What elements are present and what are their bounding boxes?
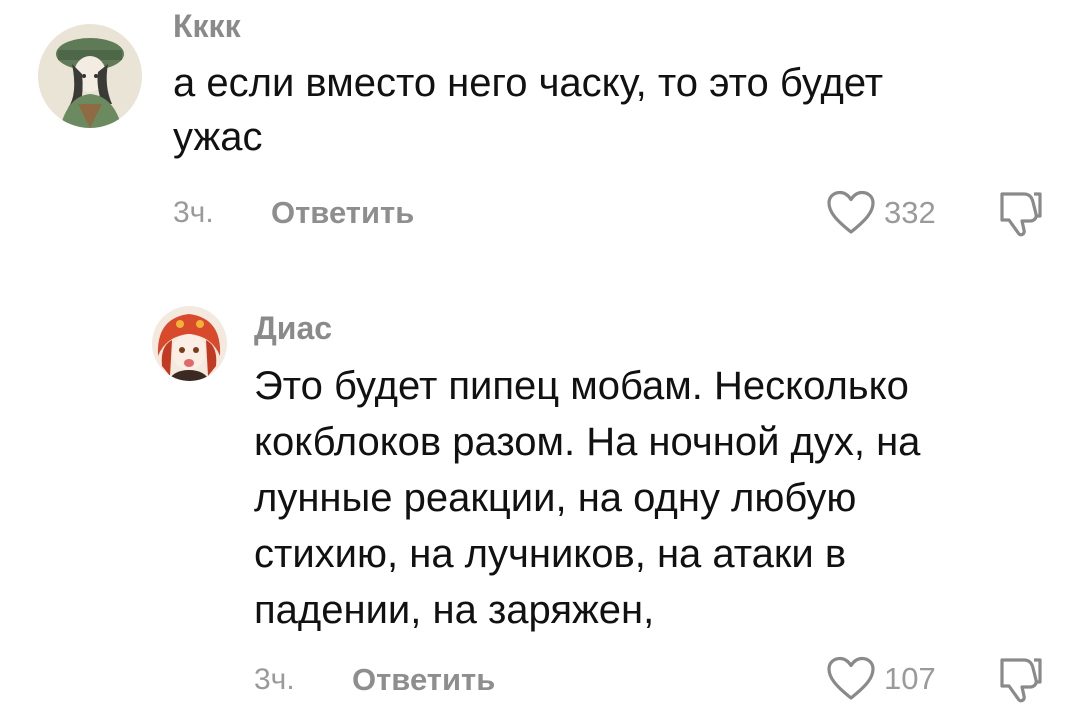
reply-button[interactable]: Ответить: [271, 195, 414, 231]
comment-text-line: падении, на заряжен,: [254, 588, 655, 632]
reply-button[interactable]: Ответить: [352, 662, 495, 698]
dislike-button[interactable]: [994, 654, 1044, 709]
comment-text-line: ужас: [173, 115, 263, 159]
like-count: 107: [884, 661, 936, 696]
comment-text-line: а если вместо него часку, то это будет: [173, 61, 884, 105]
heart-icon: [827, 190, 875, 234]
like-count: 332: [884, 195, 936, 230]
comment-text: Это будет пипец мобам. Несколько кокблок…: [254, 358, 1054, 638]
comment-time: 3ч.: [254, 663, 295, 696]
avatar-green-hat-icon: [38, 24, 142, 128]
heart-icon: [827, 656, 875, 700]
avatar[interactable]: [152, 306, 227, 381]
avatar[interactable]: [38, 24, 142, 128]
comment-text-line: кокблоков разом. На ночной дух, на: [254, 420, 921, 464]
avatar-red-hair-icon: [152, 306, 227, 381]
comment-1: Кккк а если вместо него часку, то это бу…: [0, 0, 1080, 260]
comment-text-line: Это будет пипец мобам. Несколько: [254, 364, 909, 408]
comment-author[interactable]: Кккк: [173, 8, 241, 45]
comment-text-line: стихию, на лучников, на атаки в: [254, 532, 847, 576]
comment-time: 3ч.: [173, 196, 214, 229]
comment-text-line: лунные реакции, на одну любую: [254, 476, 857, 520]
comment-2: Диас Это будет пипец мобам. Несколько ко…: [0, 290, 1080, 727]
thumbs-down-icon: [1000, 192, 1042, 237]
comment-text: а если вместо него часку, то это будет у…: [173, 56, 1033, 164]
thumbs-down-icon: [1000, 658, 1042, 703]
dislike-button[interactable]: [994, 188, 1044, 243]
comment-author[interactable]: Диас: [254, 310, 332, 347]
like-button[interactable]: 107: [826, 656, 936, 702]
like-button[interactable]: 332: [826, 190, 936, 236]
